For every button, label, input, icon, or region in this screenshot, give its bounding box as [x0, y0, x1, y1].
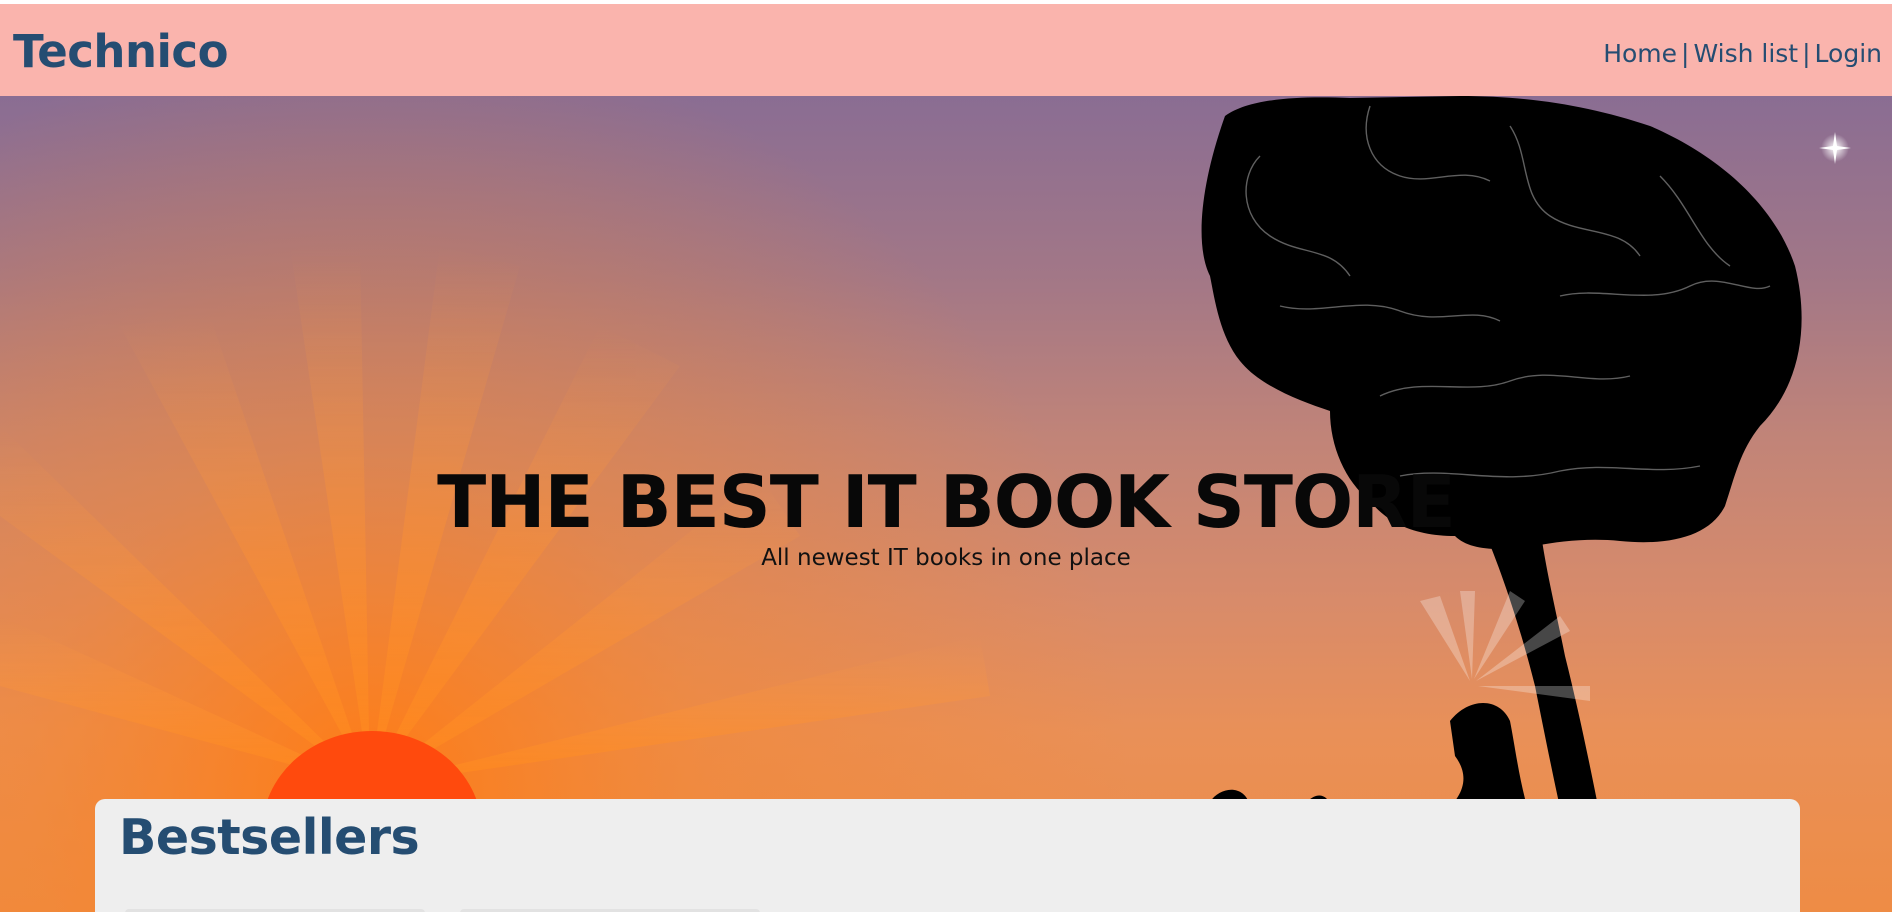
nav-links: Home | Wish list | Login	[1603, 38, 1882, 70]
page: Technico Home | Wish list | Login THE BE…	[0, 0, 1892, 912]
nav-wishlist-link[interactable]: Wish list	[1693, 39, 1798, 68]
nav-separator: |	[1681, 39, 1690, 68]
hero-banner: THE BEST IT BOOK STORE All newest IT boo…	[0, 96, 1892, 912]
hero-title: THE BEST IT BOOK STORE	[437, 460, 1456, 544]
brand-logo[interactable]: Technico	[13, 23, 229, 81]
nav-login-link[interactable]: Login	[1815, 39, 1882, 68]
hero-subtitle: All newest IT books in one place	[761, 545, 1131, 571]
bestsellers-title: Bestsellers	[119, 809, 420, 866]
nav-separator: |	[1802, 39, 1811, 68]
navbar: Technico Home | Wish list | Login	[0, 4, 1892, 96]
nav-home-link[interactable]: Home	[1603, 39, 1677, 68]
bestsellers-section: Bestsellers	[95, 799, 1800, 912]
